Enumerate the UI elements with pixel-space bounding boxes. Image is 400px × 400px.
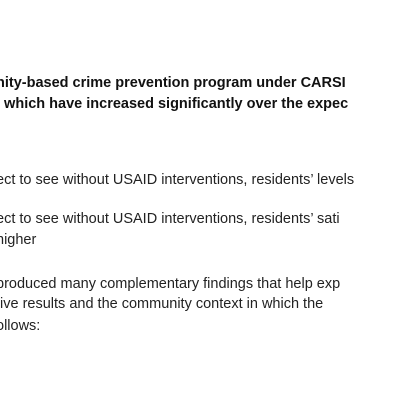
paragraph-line-4: produced many complementary findings tha… <box>0 276 341 292</box>
paragraph-line-5: tive results and the community context i… <box>0 296 324 312</box>
bold-paragraph-line-1: nity-based crime prevention program unde… <box>0 75 346 91</box>
document-page: nity-based crime prevention program unde… <box>0 0 400 400</box>
paragraph-line-1: ect to see without USAID interventions, … <box>0 172 355 188</box>
paragraph-line-2: ect to see without USAID interventions, … <box>0 211 340 227</box>
paragraph-line-6: ollows: <box>0 318 41 334</box>
bold-paragraph-line-2: , which have increased significantly ove… <box>0 96 349 112</box>
paragraph-line-3: higher <box>0 232 37 248</box>
